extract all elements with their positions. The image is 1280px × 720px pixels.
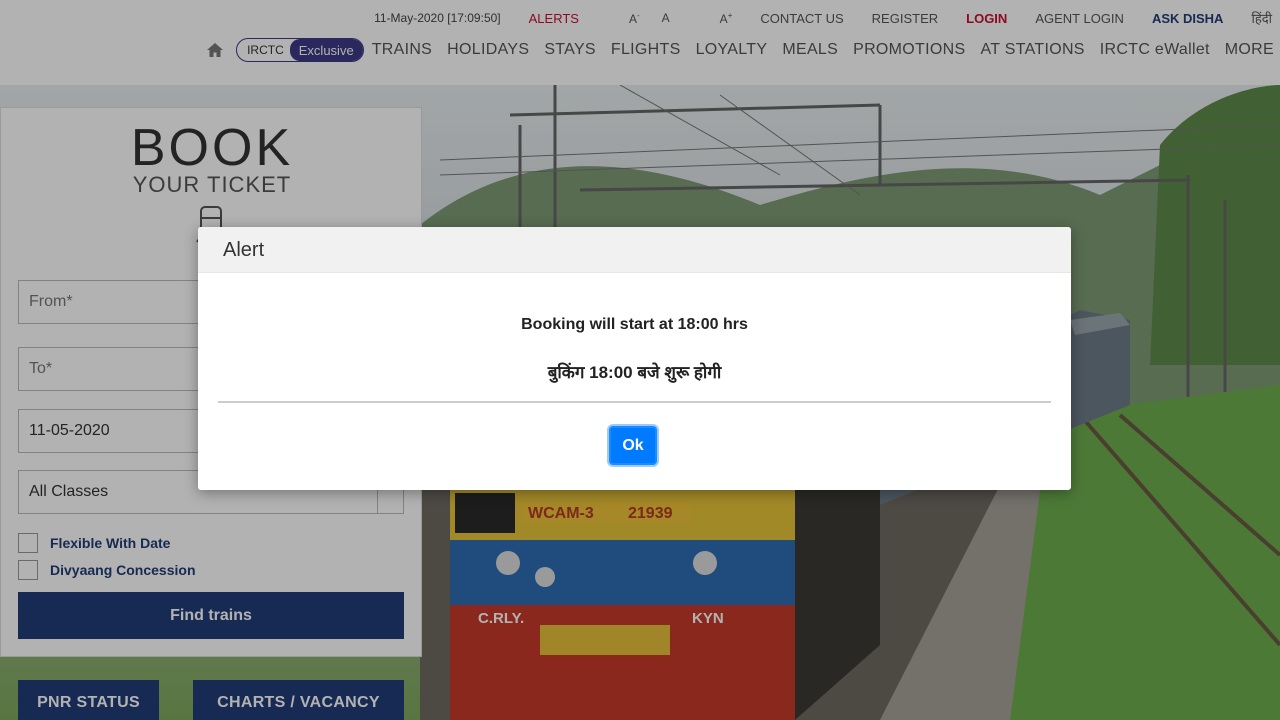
ok-button[interactable]: Ok: [609, 426, 657, 465]
alert-divider: [218, 401, 1051, 403]
alert-dialog-title: Alert: [198, 227, 1071, 273]
alert-message-hindi: बुकिंग 18:00 बजे शुरू होगी: [547, 363, 722, 382]
alert-dialog: Alert Booking will start at 18:00 hrs बु…: [198, 227, 1071, 490]
alert-message-english: Booking will start at 18:00 hrs: [521, 316, 748, 333]
